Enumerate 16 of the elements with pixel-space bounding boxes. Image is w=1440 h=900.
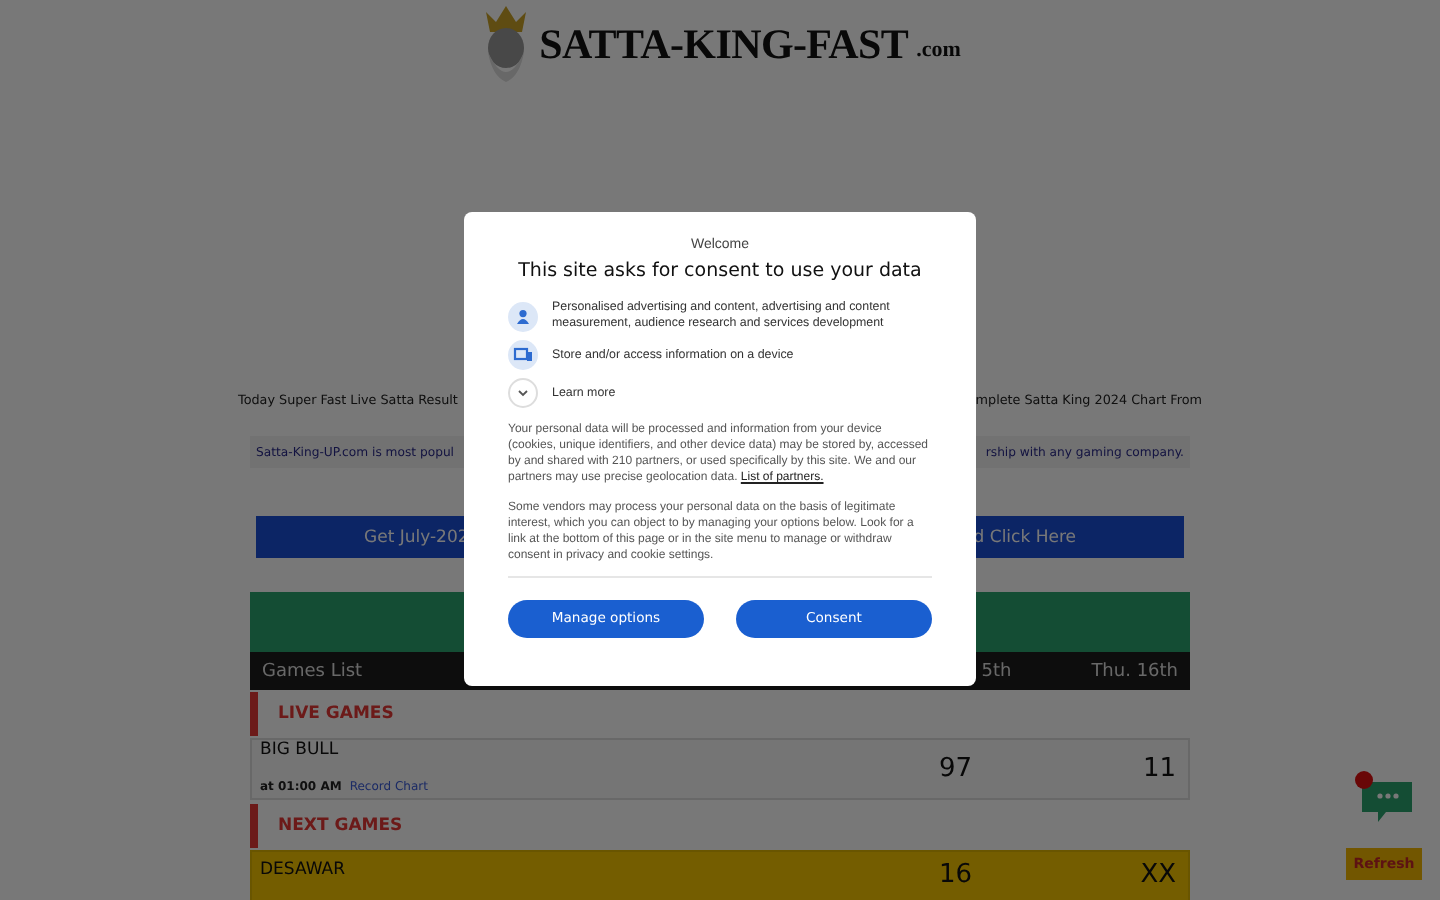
game-name: DESAWAR — [260, 860, 345, 881]
column-label: 5th — [981, 661, 1012, 681]
game-result: 11 — [1140, 753, 1176, 785]
person-icon — [508, 301, 538, 332]
logo-domain[interactable]: .com — [916, 38, 961, 62]
game-result: 16 — [938, 860, 972, 892]
game-result: 97 — [938, 753, 972, 785]
logo-text[interactable]: SATTA-KING-FAST — [539, 19, 909, 69]
dialog-title: This site asks for consent to use your data — [516, 260, 924, 282]
game-name: BIG BULL — [260, 739, 341, 760]
game-result: XX — [1138, 860, 1176, 892]
chat-icon[interactable] — [1354, 770, 1416, 826]
chevron-down-icon[interactable] — [508, 378, 538, 409]
column-label: Thu. 16th — [1091, 661, 1178, 681]
devices-icon — [508, 340, 538, 371]
column-label: Games List — [262, 661, 363, 681]
